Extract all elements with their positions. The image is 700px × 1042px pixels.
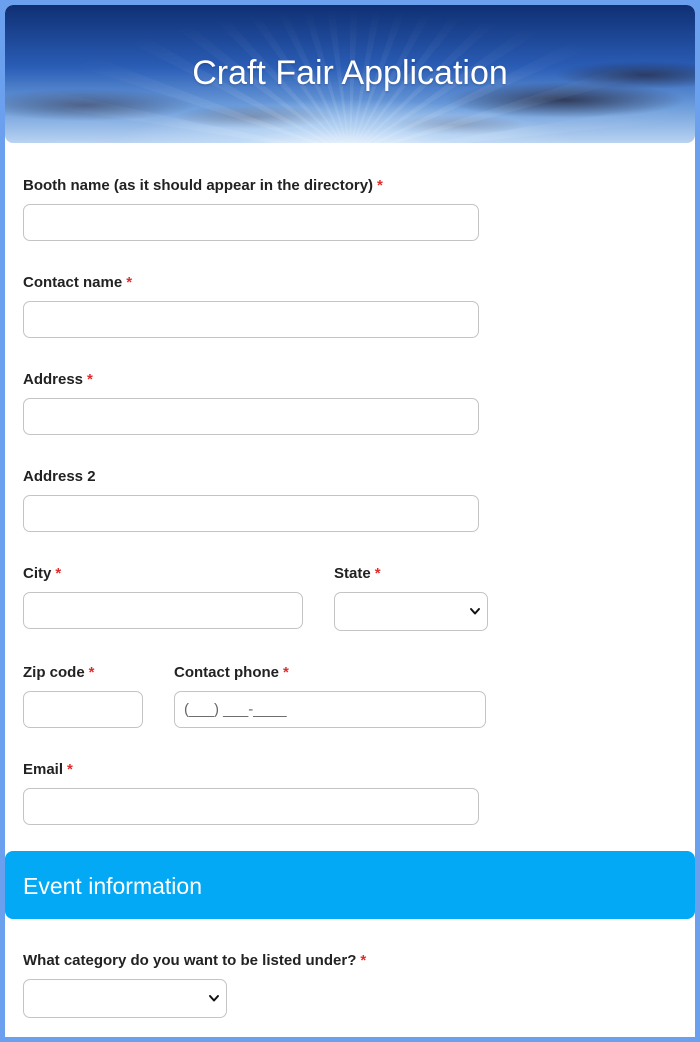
address-input[interactable] xyxy=(23,398,479,435)
email-label: Email * xyxy=(23,761,73,779)
address2-input[interactable] xyxy=(23,495,479,532)
section-title: Event information xyxy=(23,873,202,899)
required-marker: * xyxy=(360,952,367,969)
contact-name-label: Contact name * xyxy=(23,274,132,292)
city-label: City * xyxy=(23,565,61,583)
required-marker: * xyxy=(87,371,93,388)
state-label-text: State xyxy=(334,565,371,582)
category-select[interactable] xyxy=(23,979,227,1018)
state-label: State * xyxy=(334,565,381,583)
address2-label-text: Address 2 xyxy=(23,468,96,485)
booth-name-input[interactable] xyxy=(23,204,479,241)
contact-name-label-text: Contact name xyxy=(23,274,123,291)
phone-label: Contact phone * xyxy=(174,664,289,682)
required-marker: * xyxy=(67,761,73,778)
form-title: Craft Fair Application xyxy=(192,54,508,92)
zip-label: Zip code * xyxy=(23,664,95,682)
chevron-down-icon xyxy=(209,995,219,1002)
city-label-text: City xyxy=(23,565,52,582)
header-banner: Craft Fair Application xyxy=(5,5,695,143)
address2-label: Address 2 xyxy=(23,468,96,486)
email-label-text: Email xyxy=(23,761,64,778)
category-label-text: What category do you want to be listed u… xyxy=(23,952,357,969)
booth-name-label: Booth name (as it should appear in the d… xyxy=(23,177,383,195)
zip-label-text: Zip code xyxy=(23,664,85,681)
required-marker: * xyxy=(283,664,289,681)
form-container: Craft Fair Application Booth name (as it… xyxy=(5,5,695,1037)
required-marker: * xyxy=(374,565,381,582)
contact-name-input[interactable] xyxy=(23,301,479,338)
booth-name-label-text: Booth name (as it should appear in the d… xyxy=(23,177,374,194)
chevron-down-icon xyxy=(470,608,480,615)
email-input[interactable] xyxy=(23,788,479,825)
required-marker: * xyxy=(126,274,133,291)
address-label: Address * xyxy=(23,371,93,389)
required-marker: * xyxy=(377,177,383,194)
city-input[interactable] xyxy=(23,592,303,629)
category-label: What category do you want to be listed u… xyxy=(23,952,366,970)
required-marker: * xyxy=(88,664,95,681)
event-information-section-header: Event information xyxy=(5,851,695,919)
address-label-text: Address xyxy=(23,371,84,388)
contact-phone-input[interactable] xyxy=(174,691,486,728)
phone-label-text: Contact phone xyxy=(174,664,279,681)
required-marker: * xyxy=(55,565,62,582)
state-select[interactable] xyxy=(334,592,488,631)
zip-code-input[interactable] xyxy=(23,691,143,728)
